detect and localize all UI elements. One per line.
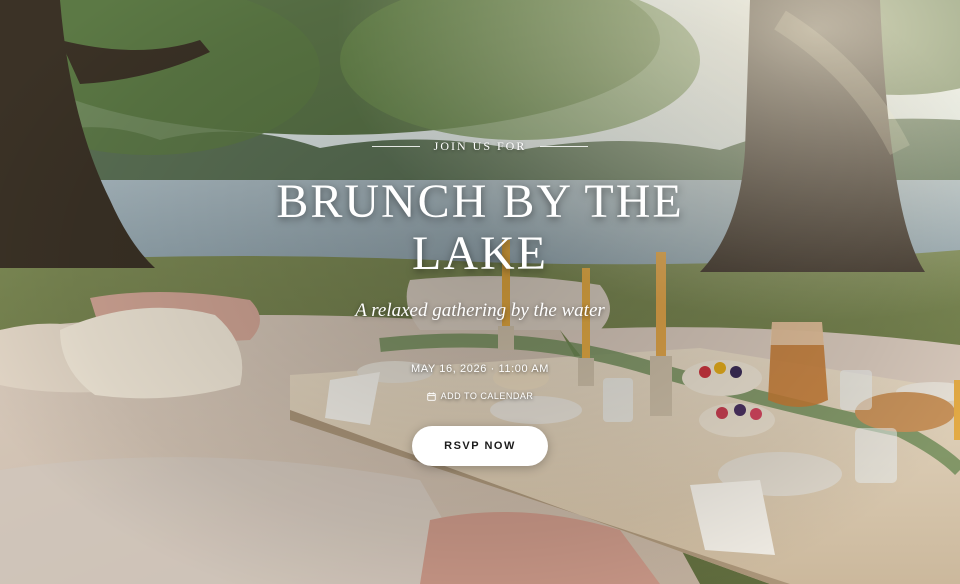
eyebrow-text: JOIN US FOR	[433, 139, 527, 153]
eyebrow: JOIN US FOR	[0, 139, 960, 154]
add-to-calendar-link[interactable]: ADD TO CALENDAR	[0, 391, 960, 401]
eyebrow-rule-left	[371, 146, 420, 147]
event-tagline: A relaxed gathering by the water	[355, 300, 605, 321]
event-title: BRUNCH BY THE LAKE	[276, 175, 684, 280]
add-to-calendar-label: ADD TO CALENDAR	[440, 391, 534, 401]
rsvp-button[interactable]: RSVP NOW	[412, 426, 548, 466]
eyebrow-rule-right	[540, 146, 589, 147]
event-datetime: MAY 16, 2026 · 11:00 AM	[411, 363, 549, 375]
calendar-icon	[426, 391, 436, 401]
hero-content: JOIN US FOR BRUNCH BY THE LAKE A relaxed…	[0, 0, 960, 584]
